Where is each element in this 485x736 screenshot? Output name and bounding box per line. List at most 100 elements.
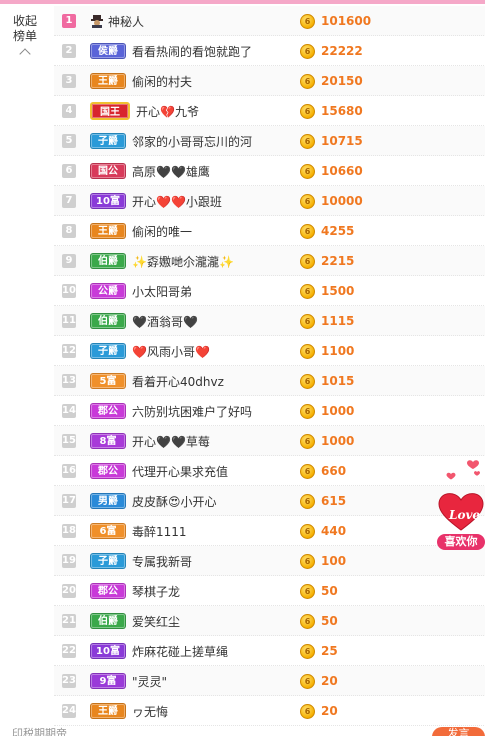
user-cell[interactable]: 9富 "灵灵" xyxy=(90,666,290,696)
username: 看看热闹的看饱就跑了 xyxy=(132,44,253,59)
rank-number: 2 xyxy=(62,43,76,58)
score-cell: 6 615 xyxy=(300,486,346,516)
rank-badge: 公爵 xyxy=(90,283,126,299)
rank-number: 14 xyxy=(62,403,76,418)
coin-icon: 6 xyxy=(300,253,315,269)
user-cell[interactable]: 5富 看着开心40dhvz xyxy=(90,366,290,396)
user-cell[interactable]: 男爵 皮皮酥😍小开心 xyxy=(90,486,290,516)
ranking-row[interactable]: 3 王爵 偷闲的村夫 6 20150 xyxy=(54,66,485,96)
coin-icon: 6 xyxy=(300,43,315,59)
rank-badge: 子爵 xyxy=(90,343,126,359)
rank-number: 4 xyxy=(62,103,76,118)
ranking-row[interactable]: 13 5富 看着开心40dhvz 6 1015 xyxy=(54,366,485,396)
score-value: 15680 xyxy=(321,104,363,118)
love-you-widget[interactable]: Love 喜欢你 xyxy=(437,456,485,550)
ranking-row[interactable]: 8 王爵 偷闲的唯一 6 4255 xyxy=(54,216,485,246)
rank-badge: 郡公 xyxy=(90,403,126,419)
ranking-row[interactable]: 6 国公 高原🖤🖤雄鹰 6 10660 xyxy=(54,156,485,186)
coin-icon: 6 xyxy=(300,463,315,479)
username: 小太阳哥弟 xyxy=(132,284,193,299)
user-cell[interactable]: 10富 开心❤️❤️小跟班 xyxy=(90,186,290,216)
coin-icon: 6 xyxy=(300,193,315,209)
user-cell[interactable]: 6富 毒醉1111 xyxy=(90,516,290,546)
ranking-row[interactable]: 22 10富 炸麻花碰上搓草绳 6 25 xyxy=(54,636,485,666)
ranking-row[interactable]: 11 伯爵 🖤酒翁哥🖤 6 1115 xyxy=(54,306,485,336)
username: "灵灵" xyxy=(132,674,168,689)
coin-icon: 6 xyxy=(300,343,315,359)
ranking-row[interactable]: 14 郡公 六防别坑困难户了好吗 6 1000 xyxy=(54,396,485,426)
rank-badge: 王爵 xyxy=(90,223,126,239)
rank-number: 6 xyxy=(62,163,76,178)
user-cell[interactable]: 神秘人 xyxy=(90,6,290,36)
user-cell[interactable]: 王爵 偷闲的村夫 xyxy=(90,66,290,96)
sidebar: 收起榜单 xyxy=(0,4,50,736)
user-cell[interactable]: 伯爵 爱笑红尘 xyxy=(90,606,290,636)
score-value: 10715 xyxy=(321,134,363,148)
coin-icon: 6 xyxy=(300,613,315,629)
ranking-row[interactable]: 15 8富 开心🖤🖤草莓 6 1000 xyxy=(54,426,485,456)
score-cell: 6 660 xyxy=(300,456,346,486)
score-value: 100 xyxy=(321,554,347,568)
ranking-row[interactable]: 17 男爵 皮皮酥😍小开心 6 615 xyxy=(54,486,485,516)
ranking-list: 1 神秘人 6 101600 2 侯爵 看看热闹的看饱就跑了 6 22222 3 王爵 偷闲的村夫 6 2… xyxy=(54,6,485,726)
coin-icon: 6 xyxy=(300,103,315,119)
user-cell[interactable]: 王爵 ヮ无悔 xyxy=(90,696,290,726)
user-cell[interactable]: 公爵 小太阳哥弟 xyxy=(90,276,290,306)
user-cell[interactable]: 子爵 邻家的小哥哥忘川的河 xyxy=(90,126,290,156)
score-cell: 6 1100 xyxy=(300,336,354,366)
user-cell[interactable]: 王爵 偷闲的唯一 xyxy=(90,216,290,246)
score-cell: 6 440 xyxy=(300,516,346,546)
score-value: 20150 xyxy=(321,74,363,88)
love-heart-text: Love xyxy=(449,508,481,522)
ranking-row[interactable]: 9 伯爵 ✨孬嫐哋尒瀧瀧✨ 6 2215 xyxy=(54,246,485,276)
user-cell[interactable]: 郡公 琴棋子龙 xyxy=(90,576,290,606)
user-cell[interactable]: 子爵 专属我新哥 xyxy=(90,546,290,576)
send-message-button[interactable]: 发言 xyxy=(432,727,485,736)
bottom-input-hint[interactable]: 印税期期帝 xyxy=(12,727,67,736)
ranking-row[interactable]: 21 伯爵 爱笑红尘 6 50 xyxy=(54,606,485,636)
ranking-row[interactable]: 2 侯爵 看看热闹的看饱就跑了 6 22222 xyxy=(54,36,485,66)
username: 炸麻花碰上搓草绳 xyxy=(132,644,229,659)
username: ❤️风雨小哥❤️ xyxy=(132,344,210,359)
score-cell: 6 1000 xyxy=(300,396,354,426)
ranking-row[interactable]: 5 子爵 邻家的小哥哥忘川的河 6 10715 xyxy=(54,126,485,156)
rank-badge: 8富 xyxy=(90,433,126,449)
rank-number: 15 xyxy=(62,433,76,448)
rank-badge: 郡公 xyxy=(90,583,126,599)
ranking-row[interactable]: 18 6富 毒醉1111 6 440 xyxy=(54,516,485,546)
rank-badge: 男爵 xyxy=(90,493,126,509)
user-cell[interactable]: 子爵 ❤️风雨小哥❤️ xyxy=(90,336,290,366)
ranking-row[interactable]: 19 子爵 专属我新哥 6 100 xyxy=(54,546,485,576)
coin-icon: 6 xyxy=(300,283,315,299)
coin-icon: 6 xyxy=(300,403,315,419)
ranking-row[interactable]: 20 郡公 琴棋子龙 6 50 xyxy=(54,576,485,606)
collapse-ranking-button[interactable]: 收起榜单 xyxy=(4,14,46,60)
username: 代理开心果求充值 xyxy=(132,464,229,479)
score-value: 1500 xyxy=(321,284,355,298)
ranking-row[interactable]: 16 郡公 代理开心果求充值 6 660 xyxy=(54,456,485,486)
rank-badge: 10富 xyxy=(90,643,126,659)
user-cell[interactable]: 国公 高原🖤🖤雄鹰 xyxy=(90,156,290,186)
user-cell[interactable]: 伯爵 🖤酒翁哥🖤 xyxy=(90,306,290,336)
ranking-row[interactable]: 12 子爵 ❤️风雨小哥❤️ 6 1100 xyxy=(54,336,485,366)
score-value: 1000 xyxy=(321,404,355,418)
ranking-row[interactable]: 10 公爵 小太阳哥弟 6 1500 xyxy=(54,276,485,306)
user-cell[interactable]: 伯爵 ✨孬嫐哋尒瀧瀧✨ xyxy=(90,246,290,276)
user-cell[interactable]: 10富 炸麻花碰上搓草绳 xyxy=(90,636,290,666)
user-cell[interactable]: 郡公 六防别坑困难户了好吗 xyxy=(90,396,290,426)
score-cell: 6 10715 xyxy=(300,126,363,156)
ranking-row[interactable]: 1 神秘人 6 101600 xyxy=(54,6,485,36)
ranking-row[interactable]: 7 10富 开心❤️❤️小跟班 6 10000 xyxy=(54,186,485,216)
ranking-row[interactable]: 24 王爵 ヮ无悔 6 20 xyxy=(54,696,485,726)
coin-icon: 6 xyxy=(300,583,315,599)
score-cell: 6 10000 xyxy=(300,186,363,216)
score-cell: 6 100 xyxy=(300,546,346,576)
user-cell[interactable]: 郡公 代理开心果求充值 xyxy=(90,456,290,486)
ranking-row[interactable]: 23 9富 "灵灵" 6 20 xyxy=(54,666,485,696)
username: 爱笑红尘 xyxy=(132,614,181,629)
user-cell[interactable]: 侯爵 看看热闹的看饱就跑了 xyxy=(90,36,290,66)
user-cell[interactable]: 国王 开心💔九爷 xyxy=(90,96,290,126)
score-value: 1100 xyxy=(321,344,355,358)
user-cell[interactable]: 8富 开心🖤🖤草莓 xyxy=(90,426,290,456)
ranking-row[interactable]: 4 国王 开心💔九爷 6 15680 xyxy=(54,96,485,126)
